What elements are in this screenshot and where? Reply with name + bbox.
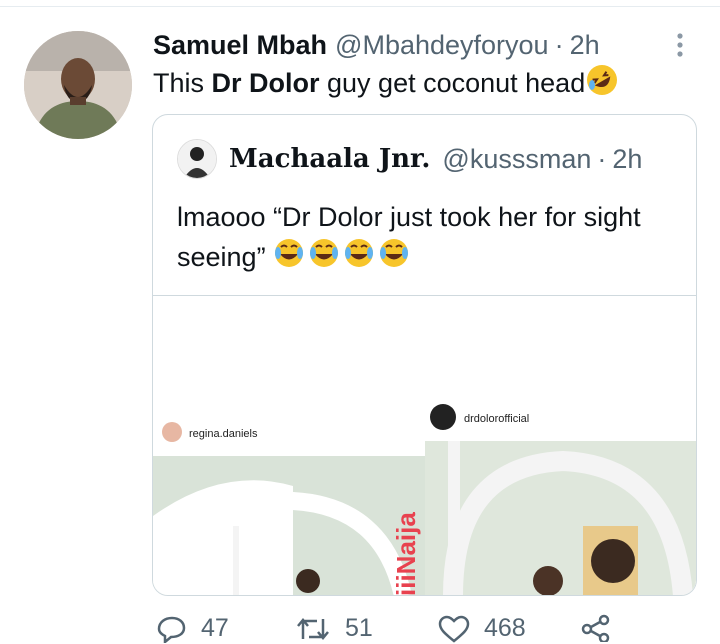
crying-laughing-emojis xyxy=(273,237,413,280)
author-name[interactable]: Samuel Mbah xyxy=(153,30,327,61)
share-button[interactable] xyxy=(580,614,626,642)
tweet-text: This Dr Dolor guy get coconut head xyxy=(153,64,619,102)
tweet-text-bold: Dr Dolor xyxy=(211,67,320,98)
like-count: 468 xyxy=(484,614,526,642)
quoted-tweet[interactable]: Machaala Jnr. @kusssman · 2h lmaooo “Dr … xyxy=(152,114,697,596)
avatar-photo xyxy=(24,31,132,139)
right-username: drdolorofficial xyxy=(464,413,529,425)
retweet-count: 51 xyxy=(345,614,373,642)
separator-dot: · xyxy=(554,29,564,60)
media-watermark: iiiNaija xyxy=(391,512,421,596)
regina-avatar-icon xyxy=(162,422,182,442)
reply-icon xyxy=(157,616,186,643)
quote-separator-dot: · xyxy=(597,143,607,174)
quote-text: lmaooo “Dr Dolor just took her for sight… xyxy=(177,197,677,280)
quote-time: 2h xyxy=(612,143,643,174)
quote-media-image[interactable]: regina.daniels iiiNaija drdolorofficial xyxy=(153,295,696,596)
tweet-text-prefix: This xyxy=(153,67,212,98)
reply-button[interactable]: 47 xyxy=(155,614,229,643)
tweet-actions: 47 51 468 xyxy=(155,614,635,644)
heart-icon xyxy=(438,615,470,643)
quote-header: Machaala Jnr. @kusssman · 2h xyxy=(177,139,642,179)
quote-author-name[interactable]: Machaala Jnr. xyxy=(229,144,430,174)
left-photo-panel xyxy=(153,456,425,595)
rolling-laughing-emoji-icon xyxy=(585,63,619,104)
left-username: regina.daniels xyxy=(189,428,258,440)
retweet-button[interactable]: 51 xyxy=(295,614,373,643)
top-divider xyxy=(0,0,720,7)
author-avatar[interactable] xyxy=(24,31,132,139)
retweet-icon xyxy=(297,617,329,640)
quote-author-avatar[interactable] xyxy=(177,139,217,179)
quote-author-handle[interactable]: @kusssman xyxy=(442,144,591,175)
share-icon xyxy=(581,614,610,642)
more-options-icon[interactable] xyxy=(670,28,690,62)
reply-count: 47 xyxy=(201,614,229,642)
tweet-text-suffix: guy get coconut head xyxy=(319,67,586,98)
author-handle[interactable]: @Mbahdeyforyou xyxy=(335,30,549,61)
drdolor-avatar-icon xyxy=(430,404,456,430)
right-photo-panel xyxy=(425,441,696,595)
like-button[interactable]: 468 xyxy=(438,614,526,643)
tweet-header: Samuel Mbah @Mbahdeyforyou · 2h xyxy=(153,28,600,62)
tweet-time[interactable]: 2h xyxy=(570,30,600,61)
tears-of-joy-icon xyxy=(275,238,410,269)
